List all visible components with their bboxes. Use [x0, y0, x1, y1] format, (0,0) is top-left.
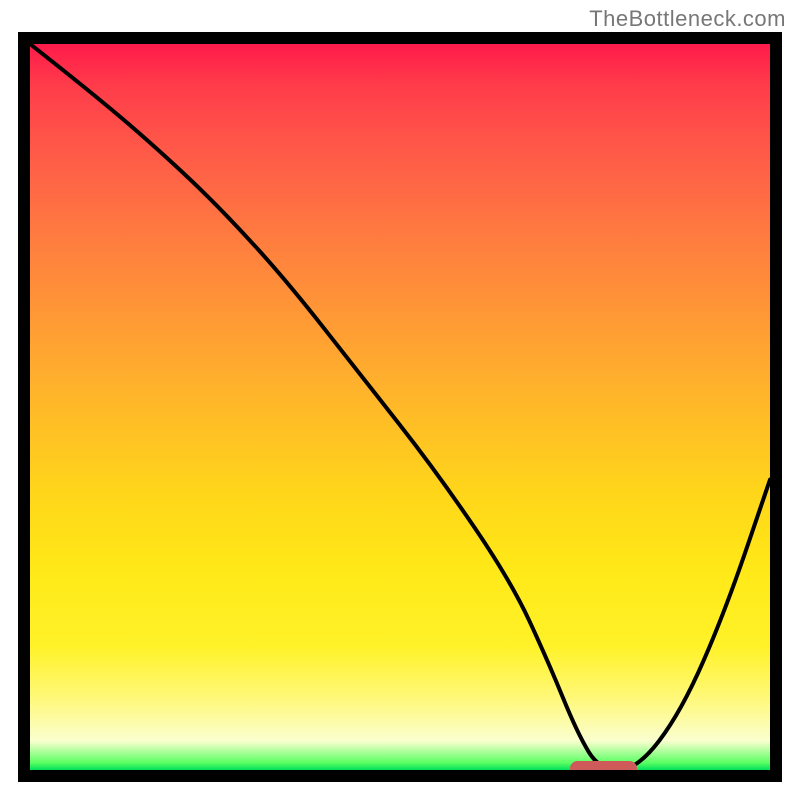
- plot-area: [30, 44, 770, 770]
- plot-frame: [18, 32, 782, 782]
- chart-root: TheBottleneck.com: [0, 0, 800, 800]
- watermark-text: TheBottleneck.com: [589, 6, 786, 32]
- optimal-marker: [570, 761, 637, 770]
- gradient-background: [30, 44, 770, 770]
